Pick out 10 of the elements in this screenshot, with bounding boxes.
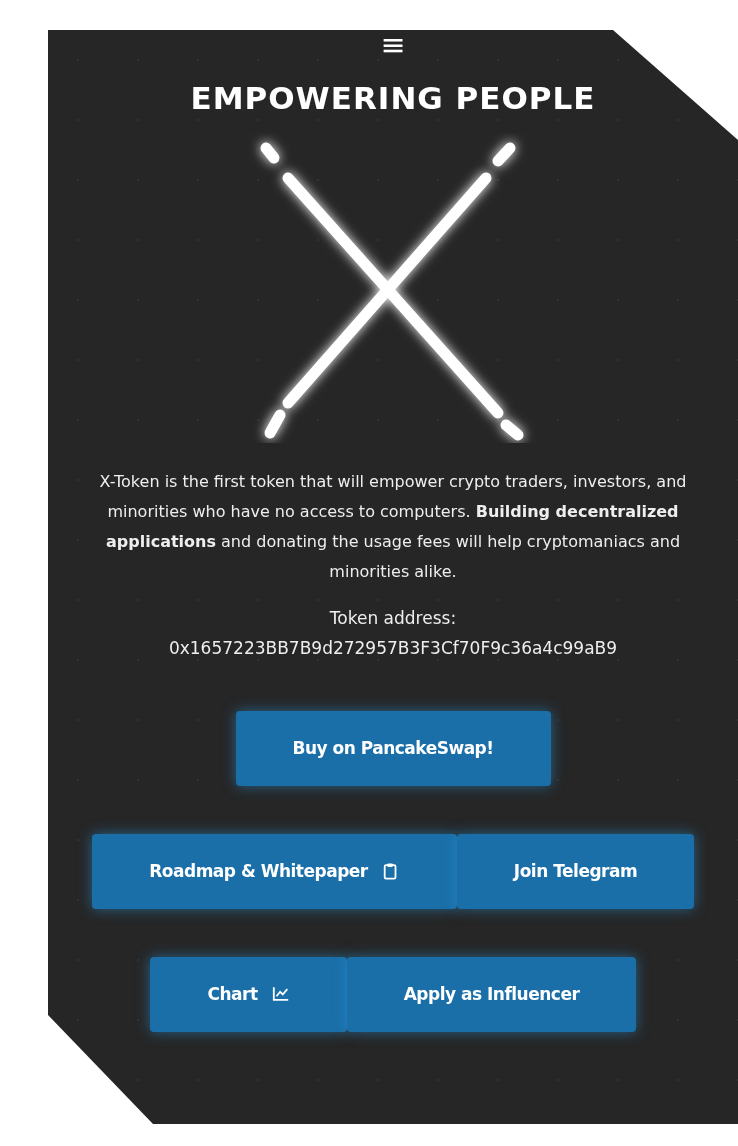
link-button[interactable]: Join Telegram — [457, 834, 694, 910]
description-text: X-Token is the first token that will empower crypto traders, investors, and minorities who have no access to computers. Building decentralized applications and donating the usage fees will help cryptomaniacs and minorities alike. — [98, 471, 688, 584]
link-button[interactable]: Chart — [150, 957, 347, 1033]
link-button[interactable]: Apply as Influencer — [347, 957, 636, 1033]
link-button[interactable]: Buy on PancakeSwap! — [235, 711, 551, 787]
menu-icon[interactable]: ≡ — [380, 34, 406, 56]
address-label: Token address: — [329, 607, 457, 631]
token-address: 0x1657223BB7B9d272957B3F3Cf70F9c36a4c99aB9 — [168, 637, 618, 661]
page-title: EMPOWERING PEOPLE — [190, 80, 596, 118]
link-button[interactable]: Roadmap & Whitepaper — [92, 834, 457, 910]
